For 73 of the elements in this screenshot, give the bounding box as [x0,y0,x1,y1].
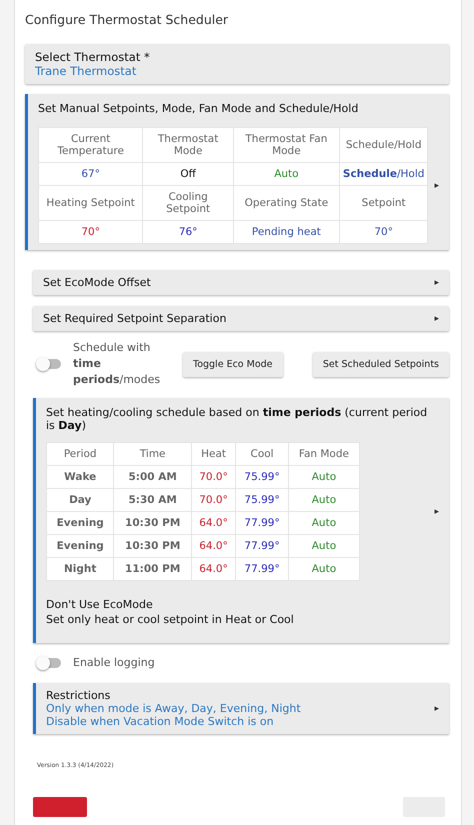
column-header: Cooling Setpoint [142,186,234,220]
toggle-switch[interactable] [39,359,61,369]
column-header: Current Temperature [38,128,143,162]
section-title: Set Required Setpoint Separation [43,312,226,325]
column-header: Schedule/Hold [339,128,428,162]
table-cell: 5:30 AM [114,488,192,512]
table-cell: 77.99° [236,558,288,580]
table-cell: Auto [288,466,360,488]
table-cell: 77.99° [236,512,288,534]
note-text: Set only heat or cool setpoint in Heat or Cool [46,612,295,627]
table-cell: Wake [46,466,114,488]
panel-title: Set heating/cooling schedule based on time periods (current period is Day) [46,406,428,432]
restrictions-panel[interactable]: Restrictions Only when mode is Away, Day, Evening, Night Disable when Vacation Mode Switch is on ▸ [33,683,449,734]
column-header: Operating State [233,186,340,220]
note-text: Don't Use EcoMode [46,597,154,612]
selected-value: Trane Thermostat [35,64,138,78]
expand-arrow-icon[interactable]: ▸ [434,704,439,714]
expand-arrow-icon[interactable]: ▸ [434,278,439,288]
panel-title: Set Manual Setpoints, Mode, Fan Mode and Schedule/Hold [38,102,360,115]
collapsed-section[interactable]: Set Required Setpoint Separation ▸ [33,306,449,331]
thermostat-select[interactable]: Select Thermostat * Trane Thermostat [25,44,449,84]
table-cell: 10:30 PM [114,534,192,558]
restriction-text: Only when mode is Away, Day, Evening, Night [46,702,302,715]
table-cell: 5:00 AM [114,466,192,488]
table-cell: 11:00 PM [114,558,192,580]
column-header: Period [46,442,114,466]
action-button[interactable]: Set Scheduled Setpoints [312,352,449,376]
table-cell: 75.99° [236,466,288,488]
table-cell: Day [46,488,114,512]
table-cell: 70° [38,220,143,244]
expand-arrow-icon[interactable]: ▸ [434,314,439,324]
section-title: Set EcoMode Offset [43,276,151,289]
column-header: Fan Mode [288,442,360,466]
table-cell: 67° [38,162,143,186]
table-cell: 10:30 PM [114,512,192,534]
column-header: Time [114,442,192,466]
page-title: Configure Thermostat Scheduler [25,12,230,27]
table-cell: Evening [46,512,114,534]
column-header: Cool [236,442,288,466]
table-cell: 70.0° [191,466,236,488]
table-cell: 64.0° [191,534,236,558]
table-cell: 64.0° [191,512,236,534]
table-cell: Auto [233,162,340,186]
table-cell: Evening [46,534,114,558]
table-cell: 64.0° [191,558,236,580]
table-cell: Pending heat [233,220,340,244]
action-button[interactable]: Toggle Eco Mode [183,352,283,376]
toggle-label: Enable logging [73,655,155,671]
table-cell: Auto [288,488,360,512]
field-label: Select Thermostat * [35,50,151,64]
column-header: Heating Setpoint [38,186,143,220]
collapsed-section[interactable]: Set EcoMode Offset ▸ [33,270,449,295]
table-cell: Auto [288,534,360,558]
toggle-label: Schedule with time periods/modes [73,340,162,388]
expand-arrow-icon[interactable]: ▸ [434,506,439,516]
table-cell: 76° [142,220,234,244]
column-header: Thermostat Fan Mode [233,128,340,162]
restriction-text: Disable when Vacation Mode Switch is on [46,715,275,728]
expand-arrow-icon[interactable]: ▸ [434,180,439,190]
table-cell: 77.99° [236,534,288,558]
toggle-switch[interactable] [39,658,61,668]
table-cell: Auto [288,512,360,534]
table-cell: 70° [339,220,428,244]
table-cell: Night [46,558,114,580]
panel-title: Restrictions [46,689,112,702]
column-header: Heat [191,442,236,466]
table-cell: 75.99° [236,488,288,512]
table-cell: Schedule/Hold [339,162,428,186]
column-header: Thermostat Mode [142,128,234,162]
table-cell: 70.0° [191,488,236,512]
table-cell: Off [142,162,234,186]
table-cell: Auto [288,558,360,580]
column-header: Setpoint [339,186,428,220]
